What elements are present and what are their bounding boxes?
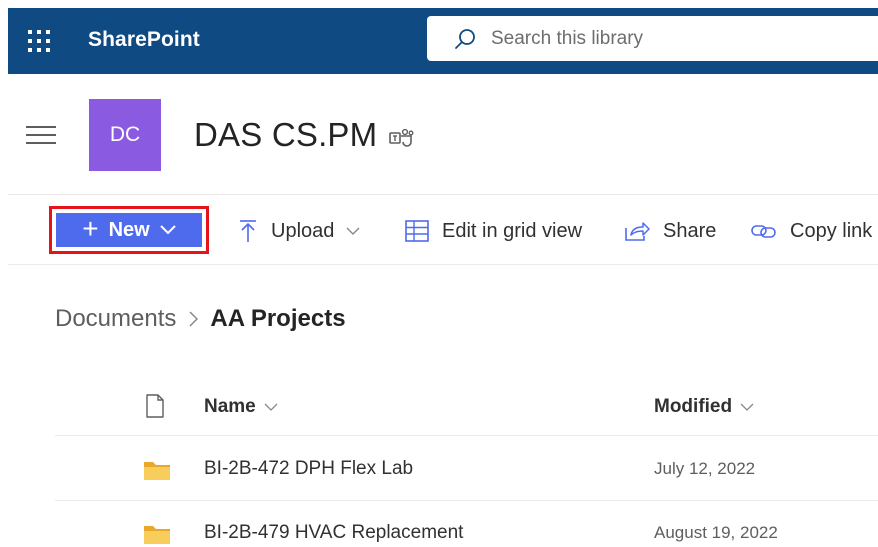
list-item[interactable]: BI-2B-479 HVAC Replacement August 19, 20… — [55, 501, 878, 547]
plus-icon: + — [82, 212, 99, 244]
edit-grid-view-label: Edit in grid view — [442, 219, 583, 242]
upload-icon — [240, 220, 256, 242]
header-divider — [8, 194, 878, 195]
window-edge — [0, 0, 8, 547]
share-icon — [625, 222, 650, 241]
list-item-modified: July 12, 2022 — [654, 459, 756, 478]
column-header-name[interactable]: Name — [204, 396, 278, 418]
grid-icon — [405, 220, 429, 242]
file-type-icon[interactable] — [146, 394, 164, 418]
sharepoint-page: SharePoint DC DAS CS.PM + New — [0, 0, 878, 547]
list-item[interactable]: BI-2B-472 DPH Flex Lab July 12, 2022 — [55, 437, 878, 501]
upload-label: Upload — [271, 219, 335, 242]
chevron-right-icon — [188, 311, 199, 327]
link-icon — [751, 225, 776, 238]
list-item-name[interactable]: BI-2B-472 DPH Flex Lab — [204, 458, 413, 480]
app-launcher-icon[interactable] — [24, 26, 52, 54]
chevron-down-icon — [160, 225, 176, 235]
breadcrumb-current: AA Projects — [210, 305, 346, 332]
new-button[interactable]: + New — [49, 206, 209, 254]
new-button-label: New — [108, 218, 150, 241]
breadcrumb-documents[interactable]: Documents — [55, 305, 176, 333]
app-name[interactable]: SharePoint — [88, 28, 200, 52]
column-modified-label: Modified — [654, 396, 733, 417]
chevron-down-icon — [264, 403, 278, 411]
site-logo[interactable]: DC — [89, 99, 161, 171]
suite-bar: SharePoint — [8, 8, 878, 74]
list-item-modified: August 19, 2022 — [654, 523, 778, 542]
column-name-label: Name — [204, 396, 256, 417]
edit-grid-view-button[interactable]: Edit in grid view — [405, 214, 582, 248]
upload-button[interactable]: Upload — [238, 214, 373, 248]
list-header: Name Modified — [55, 380, 878, 436]
command-bar-divider — [8, 264, 878, 265]
copy-link-label: Copy link — [790, 219, 873, 242]
navigation-menu-icon[interactable] — [26, 126, 56, 146]
folder-icon — [144, 462, 170, 480]
breadcrumb: Documents AA Projects — [55, 305, 346, 333]
search-box[interactable] — [427, 16, 878, 61]
search-input[interactable] — [491, 27, 851, 50]
copy-link-button[interactable]: Copy link — [751, 214, 872, 248]
column-header-modified[interactable]: Modified — [654, 396, 754, 418]
folder-icon — [144, 526, 170, 544]
share-label: Share — [663, 219, 717, 242]
teams-icon[interactable] — [389, 128, 415, 148]
site-title[interactable]: DAS CS.PM — [194, 116, 377, 154]
search-icon — [455, 28, 475, 49]
chevron-down-icon — [346, 227, 360, 235]
list-item-name[interactable]: BI-2B-479 HVAC Replacement — [204, 522, 463, 544]
share-button[interactable]: Share — [624, 214, 716, 248]
chevron-down-icon — [740, 403, 754, 411]
